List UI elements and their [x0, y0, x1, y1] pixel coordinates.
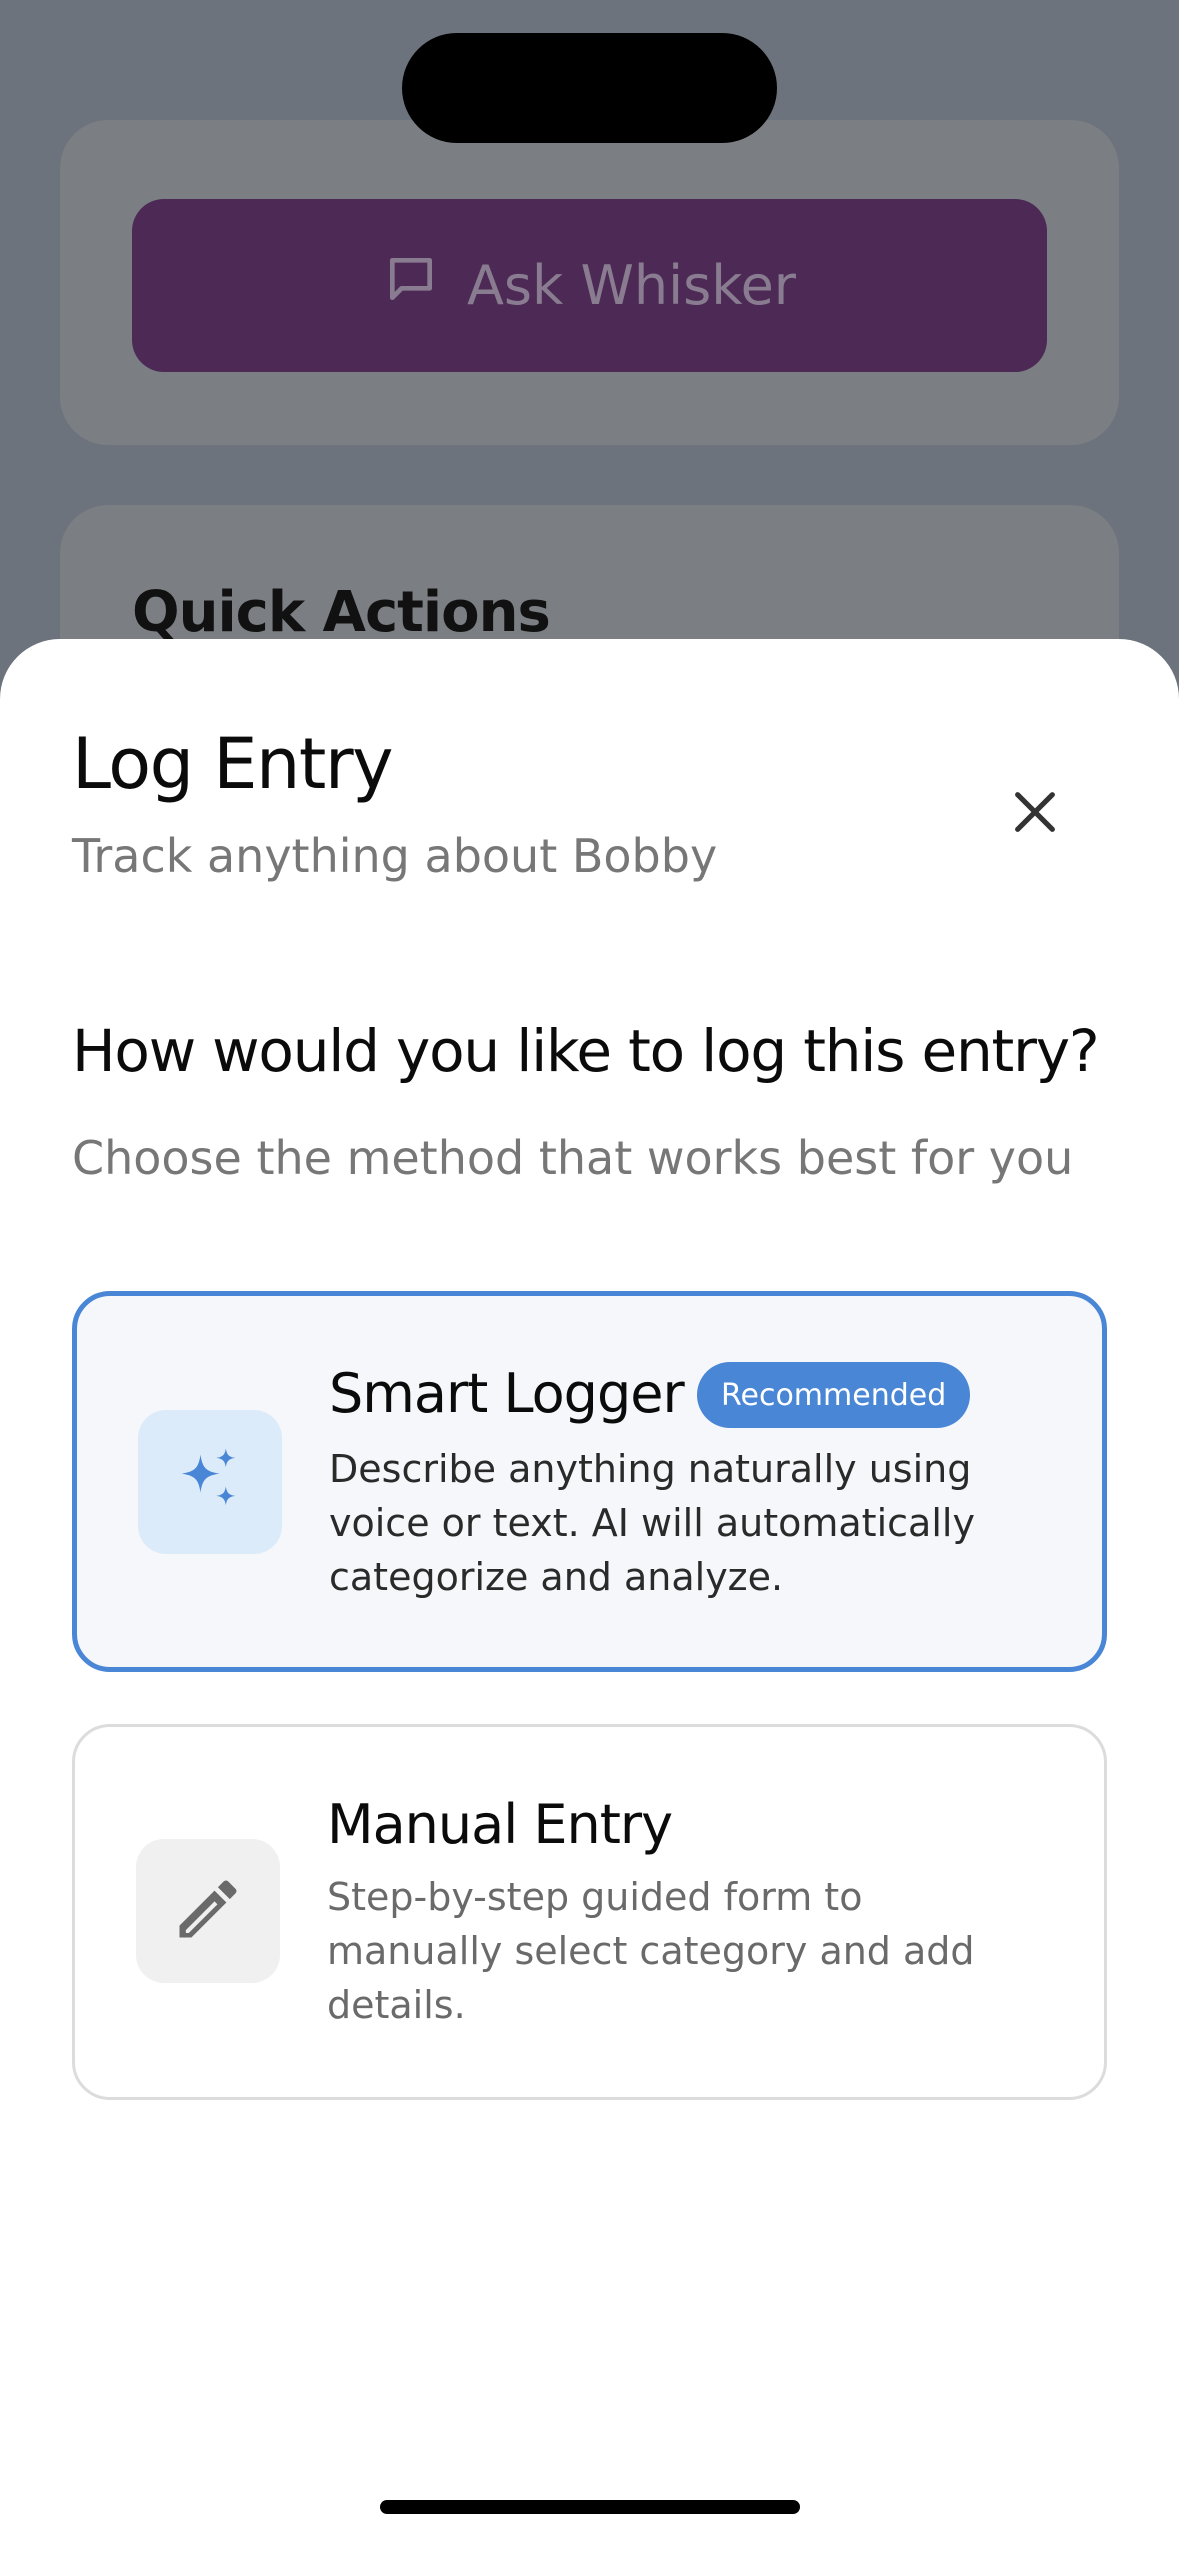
recommended-badge: Recommended	[697, 1362, 971, 1428]
smart-logger-icon-box	[138, 1410, 282, 1554]
smart-logger-description: Describe anything naturally using voice …	[329, 1447, 975, 1599]
sheet-title: Log Entry	[72, 723, 394, 805]
quick-actions-title: Quick Actions	[132, 580, 551, 645]
chat-icon	[383, 251, 439, 320]
manual-entry-title: Manual Entry	[327, 1793, 673, 1856]
ask-whisker-label: Ask Whisker	[466, 254, 797, 317]
sparkles-icon	[172, 1442, 248, 1522]
pencil-icon	[170, 1871, 246, 1951]
method-hint: Choose the method that works best for yo…	[72, 1131, 1074, 1185]
manual-entry-icon-box	[136, 1839, 280, 1983]
close-icon	[1009, 786, 1061, 842]
smart-logger-option[interactable]: Smart Logger Recommended Describe anythi…	[72, 1291, 1107, 1672]
manual-entry-option[interactable]: Manual Entry Step-by-step guided form to…	[72, 1724, 1107, 2100]
method-question: How would you like to log this entry?	[72, 1017, 1100, 1085]
home-indicator	[380, 2500, 800, 2514]
smart-logger-title: Smart Logger	[329, 1362, 685, 1425]
sheet-subtitle: Track anything about Bobby	[72, 829, 718, 883]
dynamic-island	[402, 33, 777, 143]
ask-whisker-button[interactable]: Ask Whisker	[132, 199, 1047, 372]
log-entry-sheet: Log Entry Track anything about Bobby How…	[0, 639, 1179, 2556]
close-button[interactable]	[990, 769, 1080, 859]
manual-entry-description: Step-by-step guided form to manually sel…	[327, 1875, 975, 2027]
screen: Ask Whisker Quick Actions Log Entry Trac…	[0, 0, 1179, 2556]
